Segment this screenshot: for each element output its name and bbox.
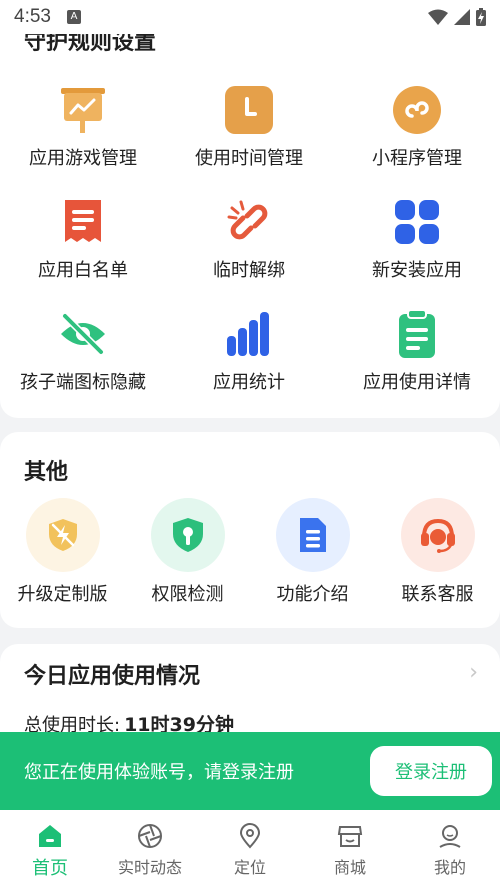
status-bar: 4:53 A xyxy=(0,0,500,34)
login-banner: 您正在使用体验账号，请登录注册 登录注册 xyxy=(0,732,500,810)
chevron-right-icon[interactable]: › xyxy=(469,660,478,685)
rules-item-label: 新安装应用 xyxy=(372,260,462,281)
rules-item-whitelist[interactable]: 应用白名单 xyxy=(0,196,166,282)
app-game-icon xyxy=(57,84,109,136)
other-card: 其他 升级定制版 权限检测 功能介绍 联系客服 xyxy=(0,432,500,628)
other-item-label: 功能介绍 xyxy=(276,584,349,605)
grid-apps-icon xyxy=(391,196,443,248)
wifi-icon xyxy=(428,9,448,25)
bottom-tab-bar: 首页 实时动态 定位 商城 我的 xyxy=(0,810,500,888)
rules-item-label: 小程序管理 xyxy=(372,148,462,169)
tab-label: 商城 xyxy=(333,858,366,877)
rules-item-mini-program[interactable]: 小程序管理 xyxy=(334,84,500,170)
login-register-button[interactable]: 登录注册 xyxy=(370,746,492,796)
rules-item-label: 应用白名单 xyxy=(38,260,128,281)
battery-icon xyxy=(476,8,486,26)
signal-icon xyxy=(454,9,470,25)
store-icon xyxy=(336,822,364,850)
aperture-icon xyxy=(136,822,164,850)
document-icon xyxy=(275,498,350,572)
tab-label: 定位 xyxy=(233,858,266,877)
mini-program-icon xyxy=(391,84,443,136)
clock-icon xyxy=(223,84,275,136)
rules-item-stats[interactable]: 应用统计 xyxy=(166,308,332,394)
tab-home[interactable]: 首页 xyxy=(0,810,100,888)
other-item-label: 联系客服 xyxy=(401,584,474,605)
tab-label: 实时动态 xyxy=(117,858,182,877)
today-title: 今日应用使用情况 xyxy=(24,664,201,689)
tab-label: 首页 xyxy=(32,858,68,879)
other-item-upgrade[interactable]: 升级定制版 xyxy=(0,498,125,606)
rules-item-label: 孩子端图标隐藏 xyxy=(20,372,146,393)
unlink-icon xyxy=(223,196,275,248)
status-time: 4:53 xyxy=(14,6,51,27)
other-item-label: 权限检测 xyxy=(151,584,224,605)
other-item-customer-service[interactable]: 联系客服 xyxy=(375,498,500,606)
headset-icon xyxy=(400,498,475,572)
eye-hidden-icon xyxy=(57,308,109,360)
rules-item-new-install[interactable]: 新安装应用 xyxy=(334,196,500,282)
home-icon xyxy=(36,822,64,850)
notification-icon: A xyxy=(66,10,81,24)
trial-account-message: 您正在使用体验账号，请登录注册 xyxy=(24,762,294,783)
rules-card: 守护规则设置 应用游戏管理 使用时间管理 小程序管理 应用白名单 临时解绑 新安… xyxy=(0,0,500,418)
rules-item-label: 应用游戏管理 xyxy=(29,148,137,169)
other-item-label: 升级定制版 xyxy=(17,584,108,605)
bar-chart-icon xyxy=(223,308,275,360)
status-icons xyxy=(428,8,486,26)
upgrade-icon xyxy=(25,498,100,572)
other-title: 其他 xyxy=(24,460,69,485)
rules-item-label: 临时解绑 xyxy=(213,260,285,281)
rules-item-hide-icon[interactable]: 孩子端图标隐藏 xyxy=(0,308,166,394)
shield-key-icon xyxy=(150,498,225,572)
other-item-features[interactable]: 功能介绍 xyxy=(250,498,375,606)
tab-store[interactable]: 商城 xyxy=(300,810,400,888)
rules-item-time-manage[interactable]: 使用时间管理 xyxy=(166,84,332,170)
rules-item-app-game[interactable]: 应用游戏管理 xyxy=(0,84,166,170)
rules-item-label: 应用统计 xyxy=(213,372,285,393)
rules-item-usage-details[interactable]: 应用使用详情 xyxy=(334,308,500,394)
rules-item-label: 应用使用详情 xyxy=(363,372,471,393)
location-pin-icon xyxy=(236,822,264,850)
tab-label: 我的 xyxy=(433,858,466,877)
tab-live-activity[interactable]: 实时动态 xyxy=(100,810,200,888)
tab-location[interactable]: 定位 xyxy=(200,810,300,888)
rules-item-temp-unlink[interactable]: 临时解绑 xyxy=(166,196,332,282)
other-item-permission-check[interactable]: 权限检测 xyxy=(125,498,250,606)
clipboard-icon xyxy=(391,308,443,360)
profile-icon xyxy=(436,822,464,850)
tab-profile[interactable]: 我的 xyxy=(400,810,500,888)
rules-item-label: 使用时间管理 xyxy=(195,148,303,169)
whitelist-icon xyxy=(57,196,109,248)
